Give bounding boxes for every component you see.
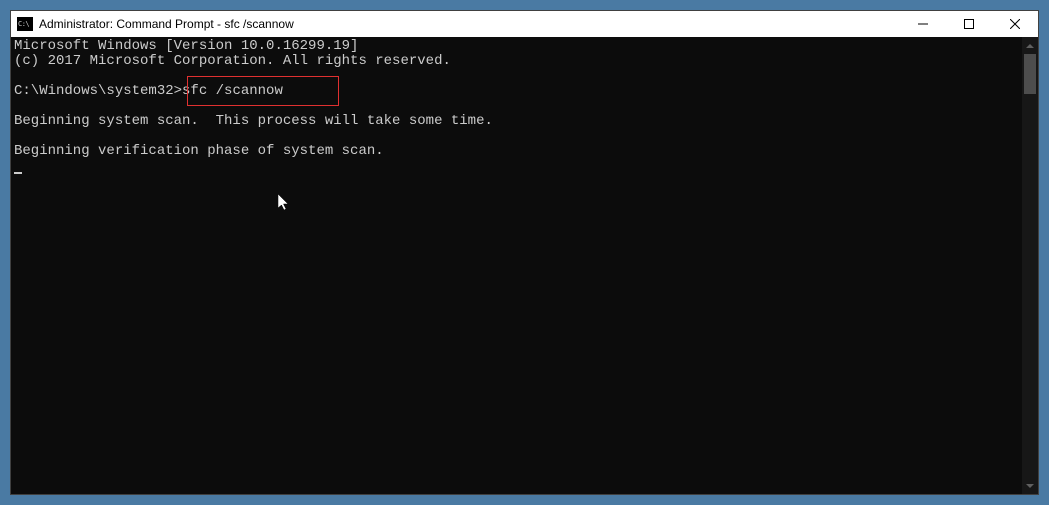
text-cursor <box>14 172 22 174</box>
close-button[interactable] <box>992 11 1038 37</box>
output-line: (c) 2017 Microsoft Corporation. All righ… <box>14 53 451 69</box>
command-text: sfc /scannow <box>182 83 283 99</box>
titlebar-buttons <box>900 11 1038 37</box>
titlebar[interactable]: C:\ Administrator: Command Prompt - sfc … <box>11 11 1038 37</box>
minimize-icon <box>918 19 928 29</box>
output-line: Beginning verification phase of system s… <box>14 143 384 159</box>
scroll-thumb[interactable] <box>1024 54 1036 94</box>
maximize-icon <box>964 19 974 29</box>
cmd-icon: C:\ <box>17 17 33 31</box>
mouse-cursor-icon <box>278 194 292 212</box>
scroll-track[interactable] <box>1022 54 1038 477</box>
minimize-button[interactable] <box>900 11 946 37</box>
chevron-down-icon <box>1026 484 1034 488</box>
chevron-up-icon <box>1026 44 1034 48</box>
terminal-body: Microsoft Windows [Version 10.0.16299.19… <box>11 37 1038 494</box>
prompt-text: C:\Windows\system32> <box>14 83 182 99</box>
vertical-scrollbar[interactable] <box>1022 37 1038 494</box>
output-line: Beginning system scan. This process will… <box>14 113 493 129</box>
terminal-content[interactable]: Microsoft Windows [Version 10.0.16299.19… <box>11 37 1022 494</box>
maximize-button[interactable] <box>946 11 992 37</box>
window-title: Administrator: Command Prompt - sfc /sca… <box>39 17 900 31</box>
scroll-up-arrow[interactable] <box>1022 37 1038 54</box>
close-icon <box>1010 19 1020 29</box>
scroll-down-arrow[interactable] <box>1022 477 1038 494</box>
output-line: Microsoft Windows [Version 10.0.16299.19… <box>14 38 358 54</box>
command-prompt-window: C:\ Administrator: Command Prompt - sfc … <box>10 10 1039 495</box>
